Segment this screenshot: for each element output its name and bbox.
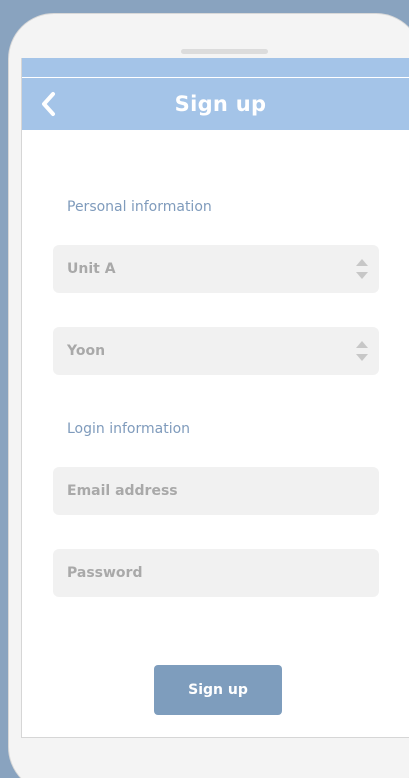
- name-select-value: Yoon: [67, 343, 106, 359]
- up-down-arrows-icon: [356, 259, 368, 279]
- status-strip: [22, 58, 409, 78]
- phone-speaker: [181, 49, 268, 54]
- signup-button[interactable]: Sign up: [154, 665, 282, 715]
- personal-info-label: Personal information: [67, 199, 212, 215]
- password-field[interactable]: Password: [53, 549, 379, 597]
- email-placeholder: Email address: [67, 483, 178, 499]
- name-select[interactable]: Yoon: [53, 327, 379, 375]
- unit-select-value: Unit A: [67, 261, 116, 277]
- unit-select[interactable]: Unit A: [53, 245, 379, 293]
- login-info-label: Login information: [67, 421, 191, 437]
- up-down-arrows-icon: [356, 341, 368, 361]
- app-header: Sign up: [22, 78, 409, 130]
- password-placeholder: Password: [67, 565, 143, 581]
- scene: Sign up Personal information Unit A Yoon…: [0, 0, 409, 778]
- app-screen: Sign up Personal information Unit A Yoon…: [21, 58, 409, 738]
- page-title: Sign up: [174, 92, 267, 116]
- email-field[interactable]: Email address: [53, 467, 379, 515]
